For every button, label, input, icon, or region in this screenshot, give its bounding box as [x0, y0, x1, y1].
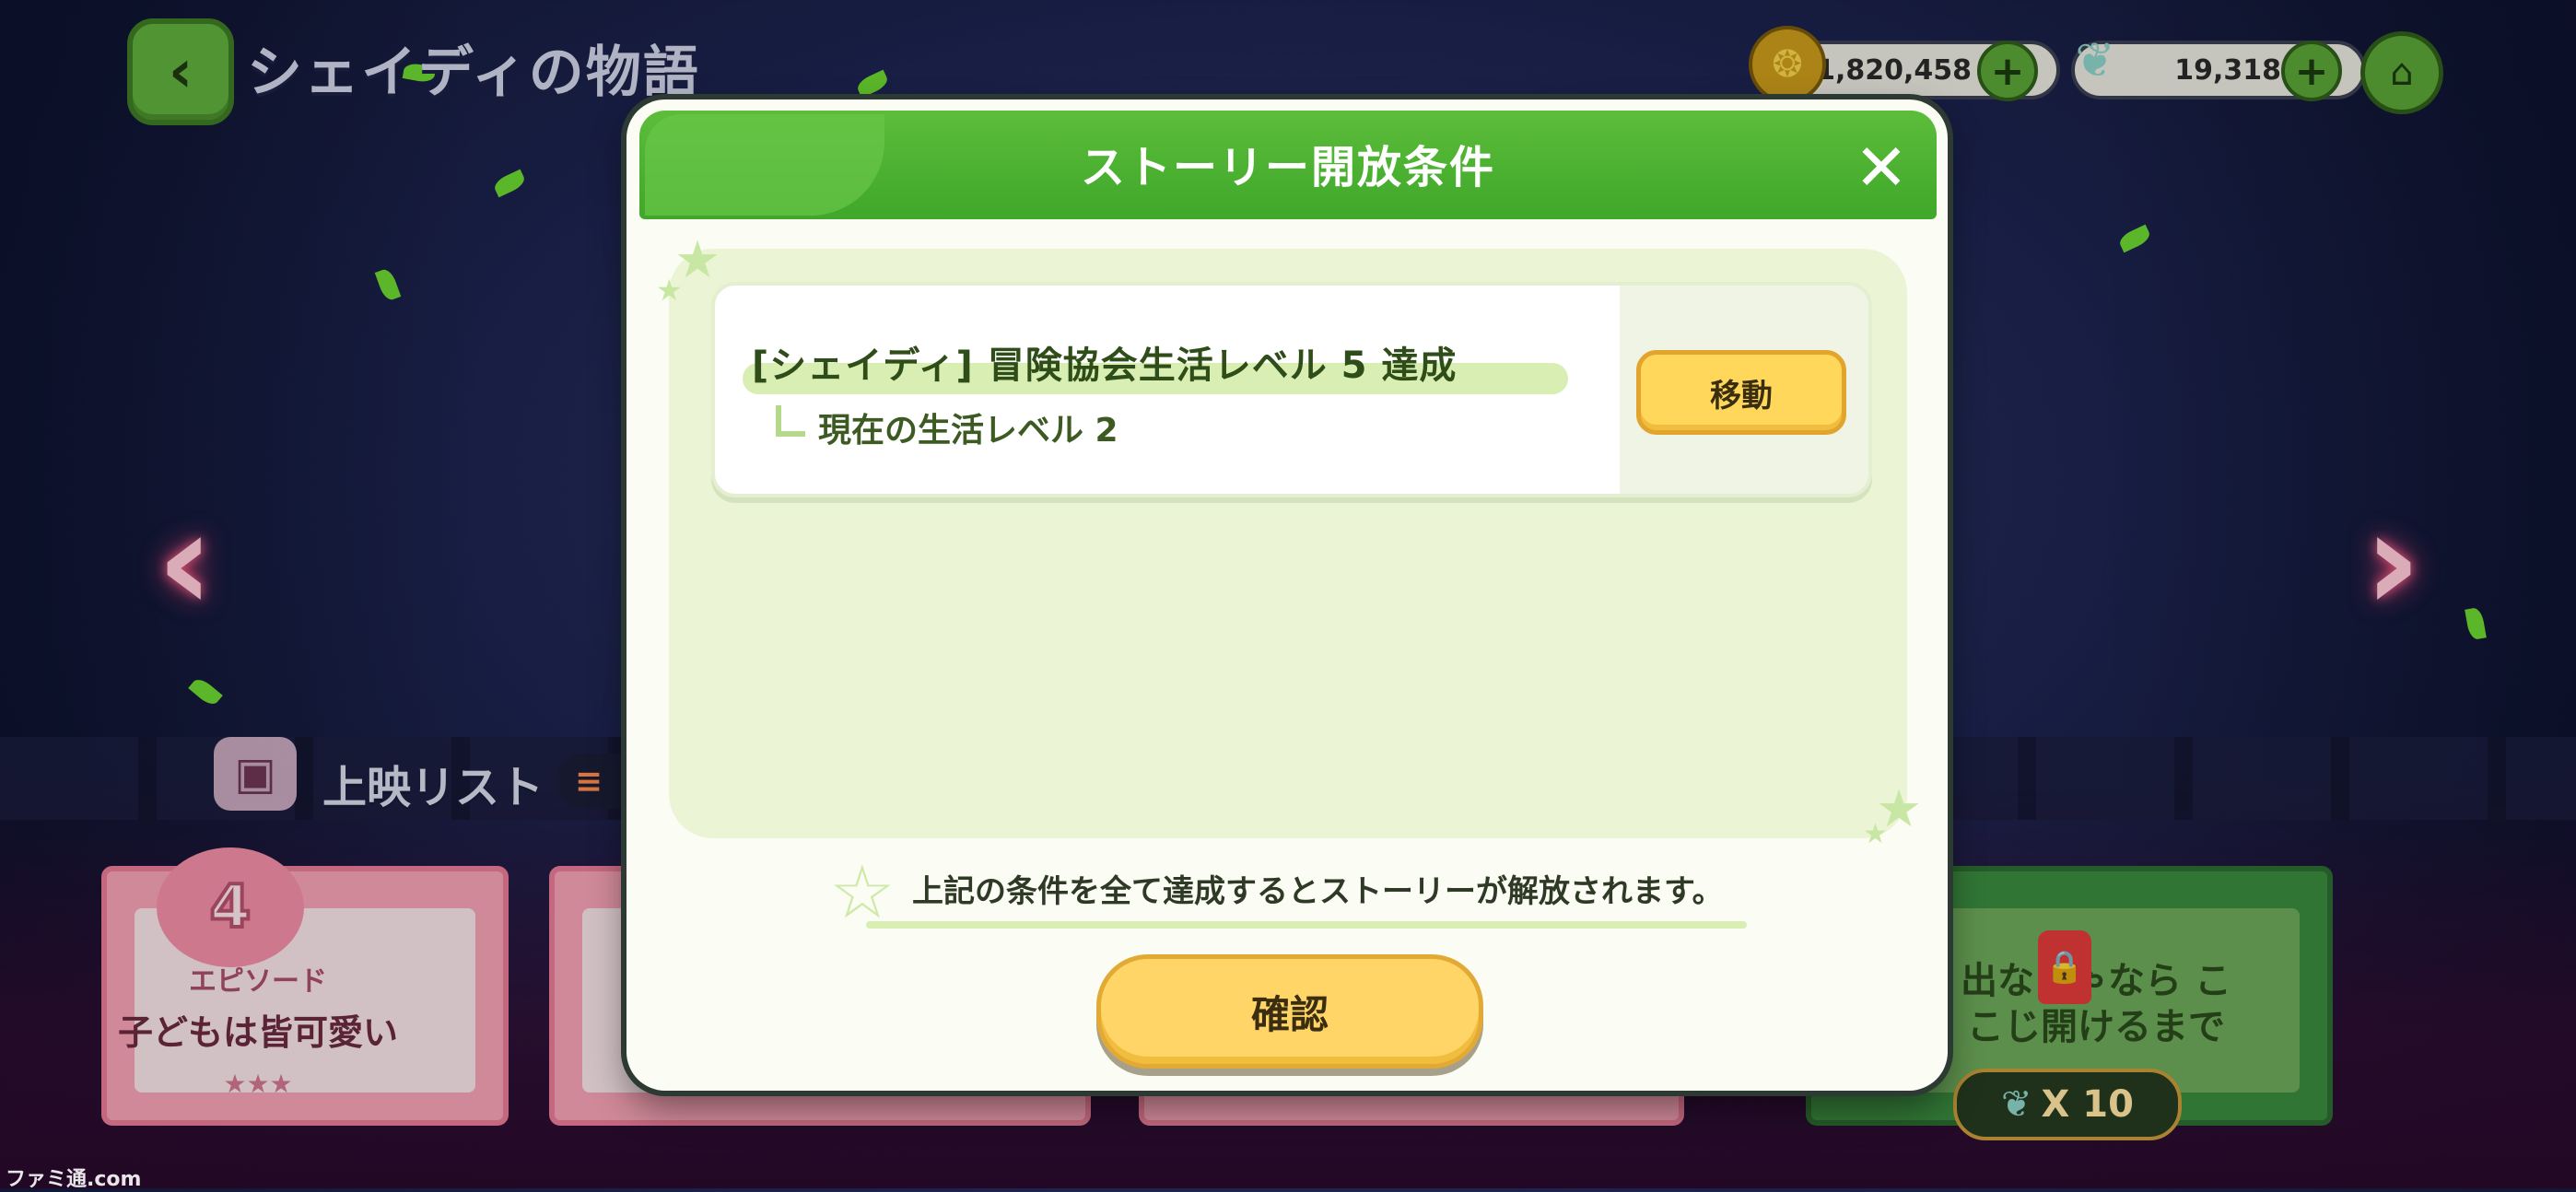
watermark: ファミ通.com [6, 1168, 142, 1191]
confirm-button[interactable]: 確認 [1096, 954, 1483, 1069]
sub-item-marker [776, 405, 805, 437]
footer-underline [866, 921, 1747, 929]
close-button[interactable]: ✕ [1848, 134, 1914, 201]
modal-title: ストーリー開放条件 [1080, 142, 1495, 193]
close-icon: ✕ [1854, 130, 1909, 205]
condition-current: 現在の生活レベル 2 [818, 412, 1118, 450]
star-icon: ☆ [829, 849, 896, 935]
move-button[interactable]: 移動 [1636, 350, 1846, 435]
condition-text: [シェイディ] 冒険協会生活レベル 5 達成 [752, 345, 1458, 387]
star-icon: ★ [656, 273, 683, 308]
star-icon: ★ [1863, 818, 1888, 850]
footer-note: 上記の条件を全て達成するとストーリーが解放されます。 [912, 873, 1724, 910]
